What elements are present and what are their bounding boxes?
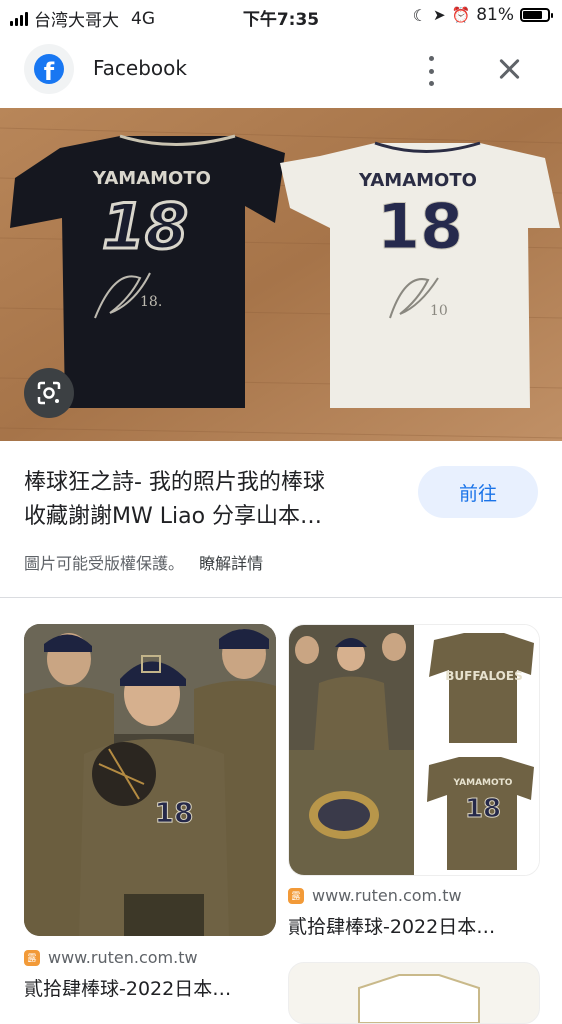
related-source-label-1: www.ruten.com.tw xyxy=(48,948,198,967)
close-button[interactable] xyxy=(494,54,524,84)
result-title-line1: 棒球狂之詩- 我的照片我的棒球 xyxy=(24,470,325,495)
svg-text:18.: 18. xyxy=(140,294,162,310)
main-image[interactable]: YAMAMOTO 18 18. YAMAMOTO 18 10 xyxy=(0,108,562,441)
related-image-3[interactable] xyxy=(288,962,540,1024)
status-bar: 台湾大哥大 4G 下午7:35 ☾ ➤ ⏰ 81% xyxy=(0,0,562,32)
result-title[interactable]: 棒球狂之詩- 我的照片我的棒球 收藏謝謝MW Liao 分享山本… xyxy=(24,466,404,534)
google-lens-button[interactable] xyxy=(24,368,74,418)
jersey-photo-partial xyxy=(358,974,480,1023)
ruten-favicon-icon: 露 xyxy=(288,887,304,904)
related-title-2[interactable]: 貳拾肆棒球-2022日本… xyxy=(288,912,538,939)
facebook-icon: f xyxy=(34,54,64,84)
status-right: ☾ ➤ ⏰ 81% xyxy=(412,5,553,25)
result-title-line2: 收藏謝謝MW Liao 分享山本… xyxy=(24,504,323,529)
right-jersey-name: YAMAMOTO xyxy=(358,170,477,191)
copyright-text: 圖片可能受版權保護。 xyxy=(24,554,185,573)
jerseys-photo: YAMAMOTO 18 18. YAMAMOTO 18 10 xyxy=(0,108,562,441)
related-source-label-2: www.ruten.com.tw xyxy=(312,886,462,905)
right-jersey-number: 18 xyxy=(377,190,463,263)
source-favicon[interactable]: f xyxy=(24,44,74,94)
related-image-2[interactable]: BUFFALOES YAMAMOTO 18 xyxy=(288,624,540,876)
alarm-icon: ⏰ xyxy=(451,6,471,24)
visit-button[interactable]: 前往 xyxy=(418,466,538,518)
more-options-button[interactable] xyxy=(418,56,444,86)
google-lens-icon xyxy=(37,381,61,405)
copyright-notice: 圖片可能受版權保護。 瞭解詳情 xyxy=(24,550,263,574)
location-icon: ➤ xyxy=(432,6,446,24)
related-jersey-number-1: 18 xyxy=(155,796,194,829)
learn-more-link[interactable]: 瞭解詳情 xyxy=(199,554,263,573)
svg-text:10: 10 xyxy=(430,303,448,319)
source-title[interactable]: Facebook xyxy=(93,56,187,80)
related-jersey-text-2: BUFFALOES xyxy=(445,669,522,683)
ruten-favicon-icon: 露 xyxy=(24,949,40,966)
battery-percent: 81% xyxy=(476,5,514,25)
source-header: f Facebook xyxy=(0,32,562,108)
related-title-1[interactable]: 貳拾肆棒球-2022日本… xyxy=(24,974,276,1001)
jersey-collage-photo: BUFFALOES YAMAMOTO 18 xyxy=(289,625,539,875)
related-jersey-name-2: YAMAMOTO xyxy=(453,778,513,788)
related-jersey-number-2: 18 xyxy=(465,794,501,824)
divider xyxy=(0,597,562,598)
players-photo: 18 xyxy=(24,624,276,936)
battery-icon xyxy=(520,8,553,22)
related-source-2[interactable]: 露 www.ruten.com.tw xyxy=(288,886,462,905)
moon-icon: ☾ xyxy=(412,5,427,25)
related-source-1[interactable]: 露 www.ruten.com.tw xyxy=(24,948,198,967)
left-jersey-name: YAMAMOTO xyxy=(92,168,211,189)
left-jersey-number: 18 xyxy=(102,190,188,263)
related-image-1[interactable]: 18 xyxy=(24,624,276,936)
